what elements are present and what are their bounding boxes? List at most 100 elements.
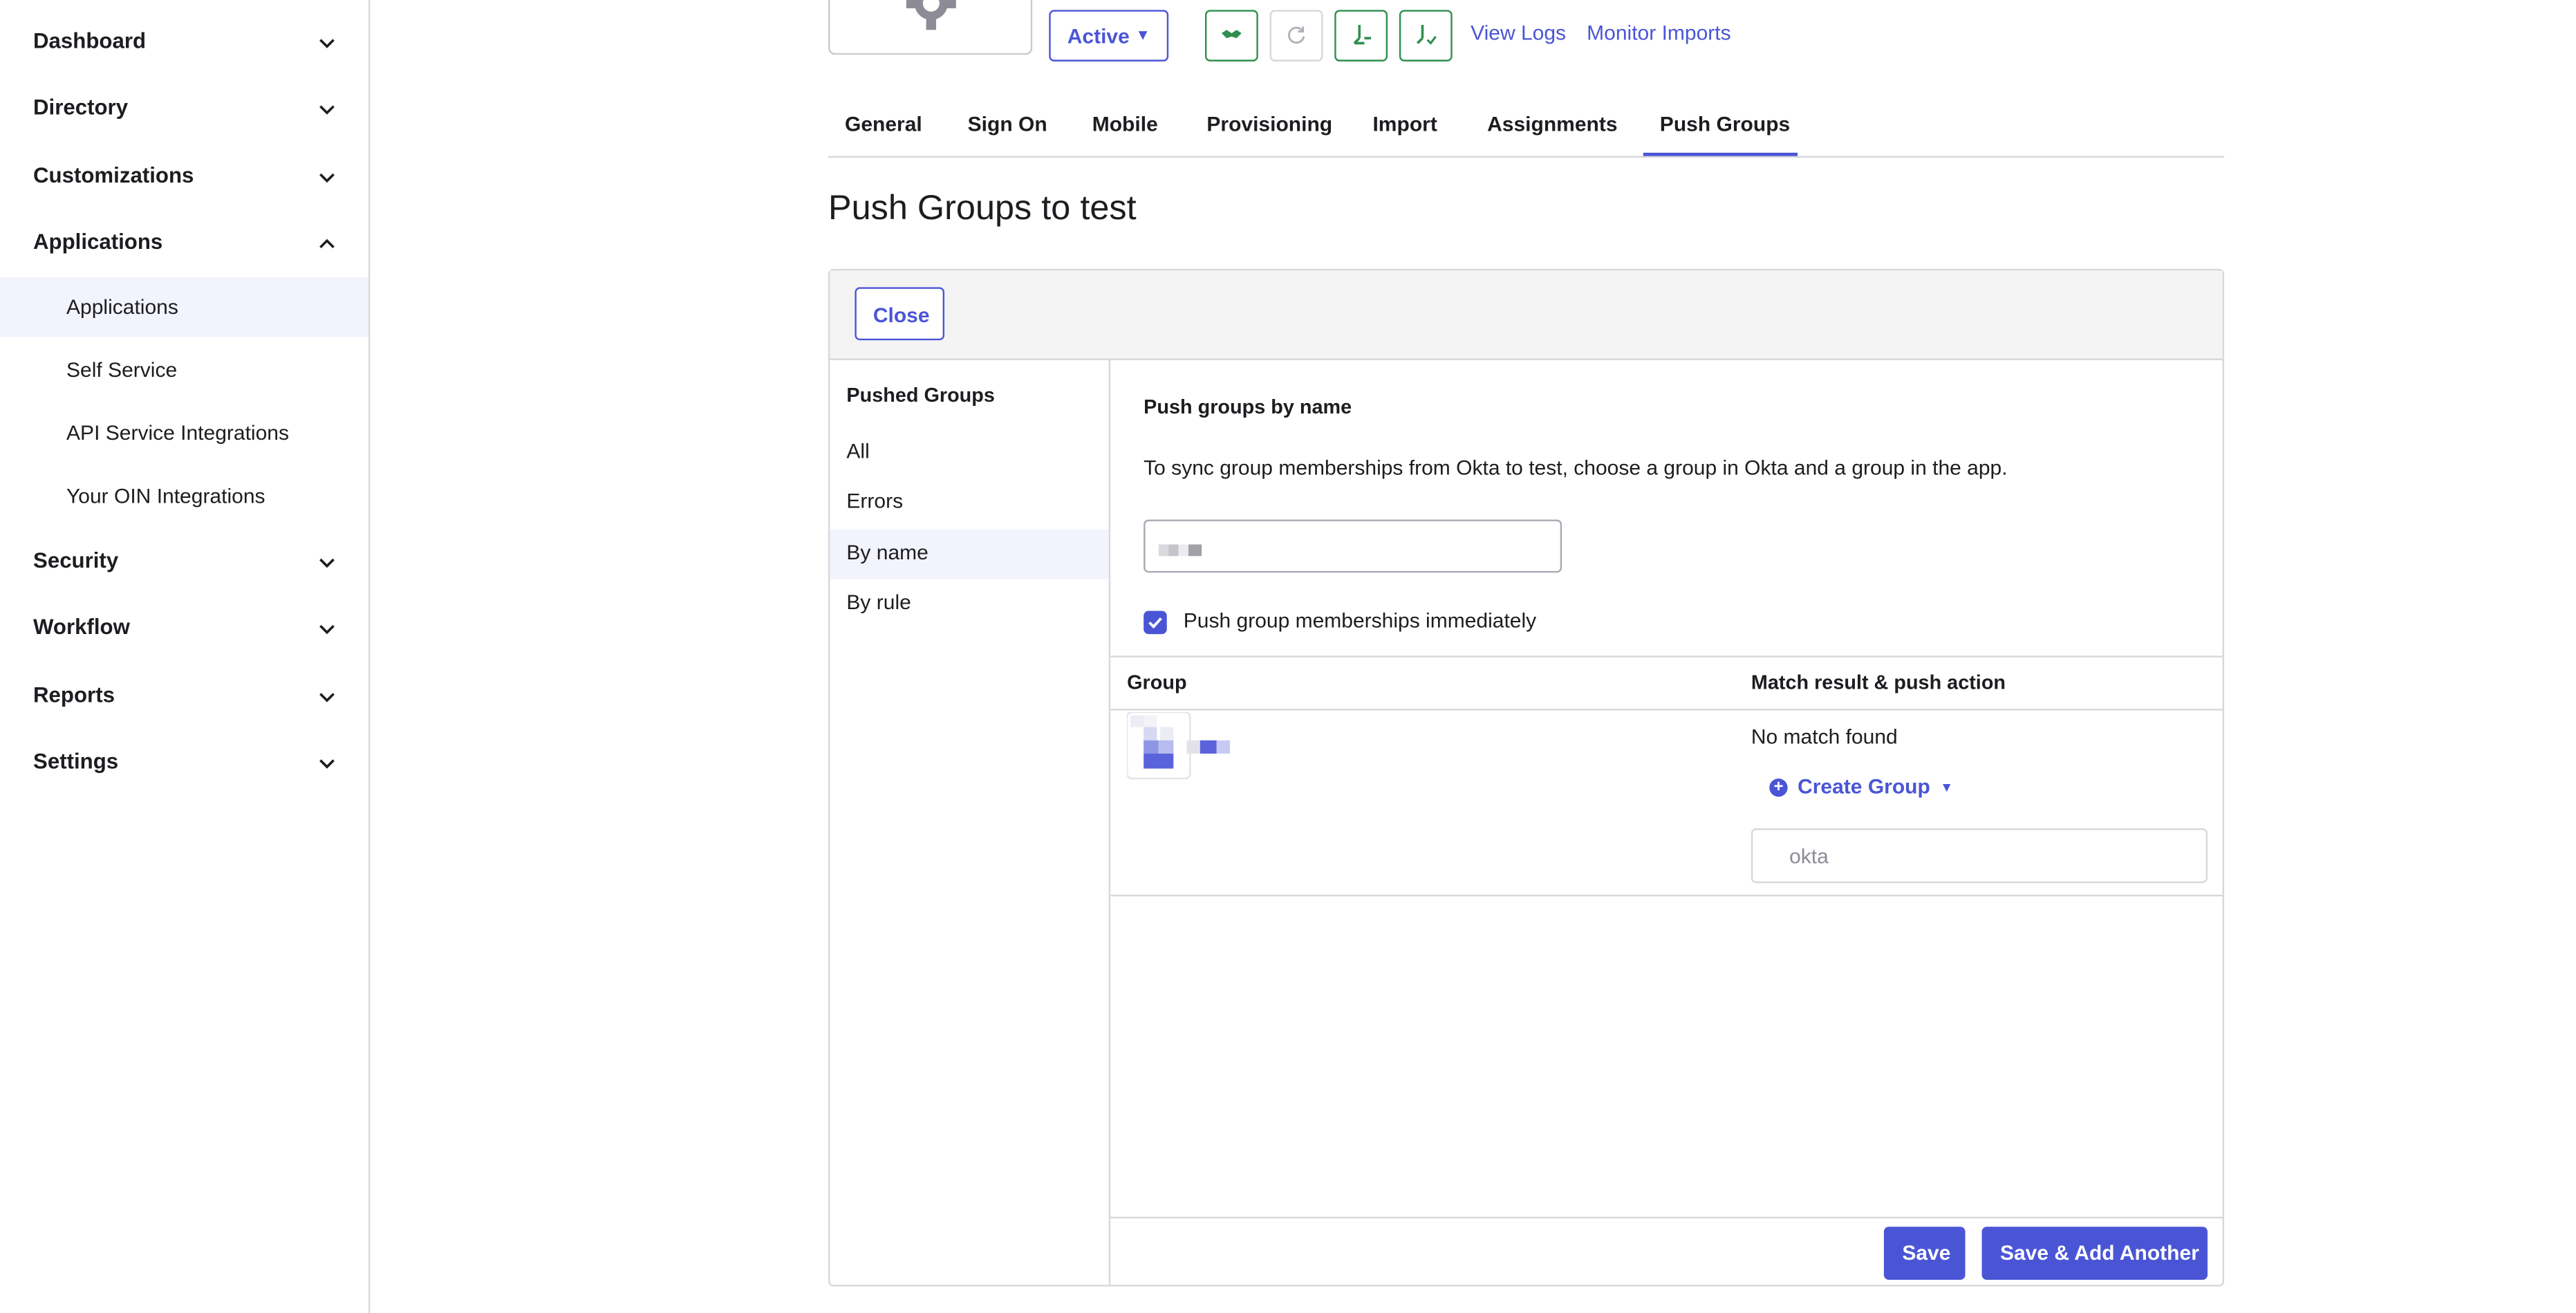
sidebar-item-customizations[interactable]: Customizations [0, 151, 368, 201]
filter-errors[interactable]: Errors [830, 478, 1108, 528]
checkmark-icon [1148, 617, 1162, 629]
chevron-down-icon [319, 173, 335, 183]
tab-provisioning[interactable]: Provisioning [1190, 96, 1343, 156]
sidebar-subitem-label: Applications [66, 295, 178, 319]
sidebar-subitem-applications[interactable]: Applications [0, 277, 368, 337]
sidebar-item-reports[interactable]: Reports [0, 671, 368, 720]
close-button-label: Close [872, 304, 930, 327]
page-title: Push Groups to test [828, 189, 1137, 227]
tab-label: Mobile [1092, 113, 1158, 136]
sidebar-item-dashboard[interactable]: Dashboard [0, 17, 368, 66]
chevron-down-icon [319, 759, 335, 769]
sidebar-subitem-label: API Service Integrations [66, 421, 290, 445]
user-push-icon [1353, 25, 1372, 45]
form-footer: Save Save & Add Another [1110, 1216, 2223, 1287]
sidebar-subitem-label: Self Service [66, 358, 178, 382]
form-description: To sync group memberships from Okta to t… [1144, 456, 2008, 480]
plus-circle-icon: + [1769, 778, 1788, 797]
view-logs-link[interactable]: View Logs [1471, 21, 1566, 45]
sidebar-item-settings[interactable]: Settings [0, 737, 368, 787]
sidebar-item-label: Customizations [33, 162, 194, 188]
sidebar-item-label: Settings [33, 748, 119, 774]
push-immediately-label: Push group memberships immediately [1183, 609, 1537, 633]
push-by-name-form: Push groups by name To sync group member… [1110, 360, 2223, 1285]
save-add-another-button[interactable]: Save & Add Another [1981, 1227, 2208, 1281]
sidebar-subitem-label: Your OIN Integrations [66, 485, 265, 508]
chevron-down-icon [319, 624, 335, 635]
save-add-another-label: Save & Add Another [1999, 1241, 2199, 1265]
push-immediately-checkbox[interactable] [1144, 611, 1167, 635]
panel-header: Close [830, 270, 2223, 360]
gear-icon [906, 0, 956, 30]
chevron-down-icon [319, 105, 335, 115]
sidebar-item-label: Dashboard [33, 28, 147, 53]
pushed-groups-heading: Pushed Groups [846, 383, 995, 407]
push-users-button[interactable] [1334, 10, 1388, 62]
close-button[interactable]: Close [855, 287, 945, 341]
sidebar-item-security[interactable]: Security [0, 536, 368, 586]
sidebar: Dashboard Directory Customizations Appli… [0, 0, 371, 1313]
user-check-icon [1417, 25, 1437, 45]
create-group-dropdown[interactable]: + Create Group ▼ [1769, 775, 1953, 799]
caret-down-icon: ▼ [1135, 26, 1150, 44]
sidebar-item-applications[interactable]: Applications [0, 218, 368, 268]
tab-label: Import [1372, 113, 1437, 136]
filter-label: Errors [846, 490, 904, 513]
match-result: No match found [1751, 725, 1898, 749]
monitor-imports-link[interactable]: Monitor Imports [1587, 21, 1730, 45]
sidebar-subitem-self-service[interactable]: Self Service [0, 340, 368, 400]
sidebar-subitem-api-service-integrations[interactable]: API Service Integrations [0, 403, 368, 463]
sidebar-item-label: Reports [33, 682, 115, 707]
filter-all[interactable]: All [830, 428, 1108, 478]
tab-assignments[interactable]: Assignments [1471, 96, 1630, 156]
filter-label: By name [846, 541, 928, 565]
chevron-down-icon [319, 39, 335, 48]
table-row: No match found + Create Group ▼ [1110, 709, 2223, 897]
create-group-label: Create Group [1798, 775, 1930, 799]
redacted-value [1158, 544, 1202, 557]
save-button-label: Save [1902, 1241, 1951, 1265]
column-group: Group [1127, 670, 1187, 694]
status-dropdown[interactable]: Active ▼ [1049, 10, 1169, 62]
chevron-up-icon [319, 239, 335, 248]
app-group-name-input[interactable] [1751, 828, 2208, 884]
filter-label: All [846, 440, 870, 463]
tab-label: Assignments [1487, 113, 1618, 136]
chevron-down-icon [319, 693, 335, 702]
chevron-down-icon [319, 558, 335, 568]
sidebar-item-label: Workflow [33, 614, 130, 640]
filter-label: By rule [846, 590, 911, 615]
refresh-icon [1287, 26, 1305, 44]
table-header: Group Match result & push action [1110, 655, 2223, 711]
column-match-result: Match result & push action [1751, 670, 2006, 694]
tab-label: General [845, 113, 922, 136]
tab-import[interactable]: Import [1356, 96, 1455, 156]
app-logo [828, 0, 1033, 55]
form-title: Push groups by name [1144, 395, 1352, 419]
tab-mobile[interactable]: Mobile [1076, 96, 1179, 156]
caret-down-icon: ▼ [1940, 780, 1954, 795]
group-avatar [1127, 711, 1230, 780]
sidebar-item-label: Security [33, 548, 119, 573]
verify-users-button[interactable] [1399, 10, 1453, 62]
okta-group-search-input[interactable] [1144, 519, 1562, 573]
sidebar-item-label: Applications [33, 229, 163, 254]
tab-push-groups[interactable]: Push Groups [1643, 96, 1798, 156]
refresh-button[interactable] [1269, 10, 1323, 62]
tab-sign-on[interactable]: Sign On [951, 96, 1064, 156]
filter-by-rule[interactable]: By rule [830, 579, 1108, 629]
tab-general[interactable]: General [828, 96, 941, 156]
save-button[interactable]: Save [1883, 1227, 1966, 1281]
status-label: Active [1067, 25, 1130, 48]
pushed-groups-nav: Pushed Groups All Errors By name By rule [830, 360, 1111, 1285]
app-tabs: General Sign On Mobile Provisioning Impo… [828, 96, 2225, 158]
sidebar-subitem-oin-integrations[interactable]: Your OIN Integrations [0, 467, 368, 526]
sidebar-item-directory[interactable]: Directory [0, 83, 368, 133]
push-groups-panel: Close Pushed Groups All Errors By name B… [828, 268, 2225, 1287]
sidebar-item-workflow[interactable]: Workflow [0, 602, 368, 652]
handshake-icon [1221, 30, 1242, 39]
filter-by-name[interactable]: By name [830, 529, 1109, 579]
sidebar-item-label: Directory [33, 94, 129, 120]
tab-label: Provisioning [1206, 113, 1333, 136]
handshake-button[interactable] [1204, 10, 1258, 62]
